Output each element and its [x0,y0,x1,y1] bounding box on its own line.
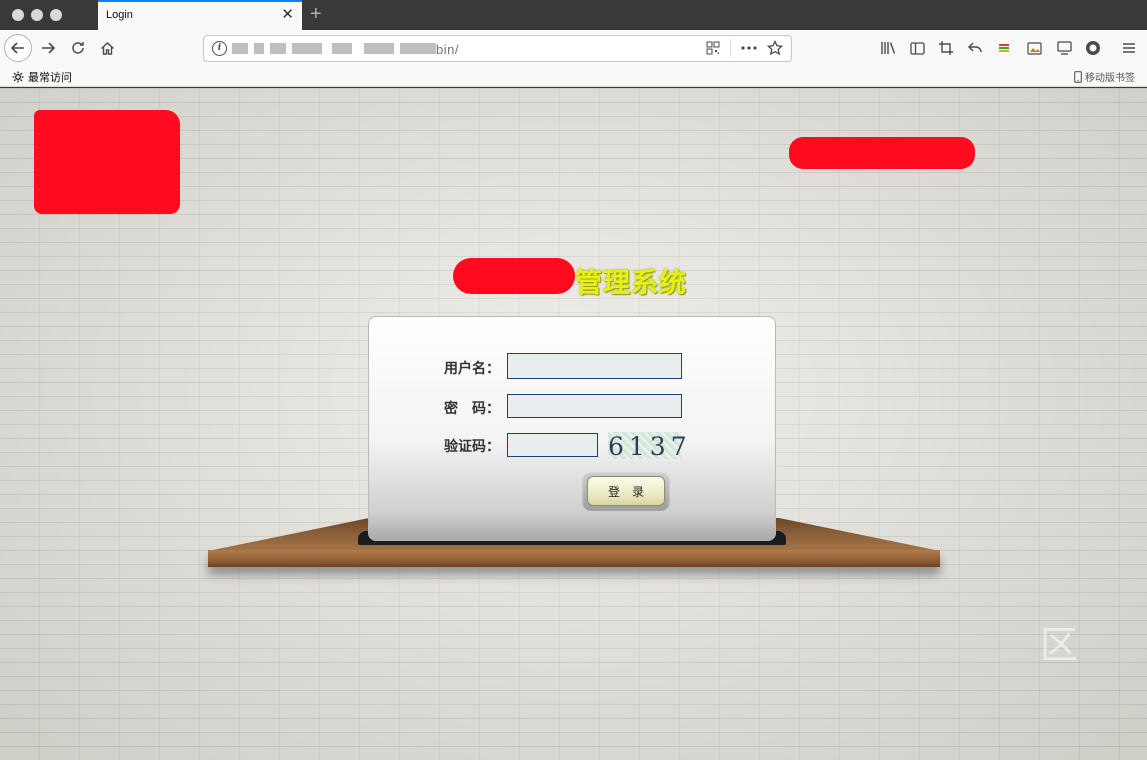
site-info-icon[interactable]: i [212,41,227,56]
reload-button[interactable] [64,34,92,62]
login-card [368,316,776,541]
watermark-text: 区 [1040,623,1079,667]
library-icon[interactable] [878,38,898,58]
url-text: bin/ [436,42,459,57]
home-button[interactable] [93,34,121,62]
back-arrow-icon [11,42,24,54]
qr-code-icon[interactable] [706,41,720,55]
url-redacted-part [364,43,394,54]
tab-close-icon[interactable]: ✕ [281,6,294,24]
extension-image-icon[interactable] [1024,38,1044,58]
url-redacted-part [292,43,322,54]
home-icon [100,41,114,55]
tab-title: Login [106,9,133,21]
url-redacted-part [254,43,264,54]
username-label: 用户名： [444,361,500,377]
login-button[interactable]: 登录 [587,476,665,506]
forward-arrow-icon [42,42,55,54]
redacted-system-name [453,258,575,294]
bookmarks-toolbar: 最常访问 移动版书签 [0,66,1147,87]
reload-icon [72,42,84,54]
undo-arrow-icon[interactable] [965,38,985,58]
close-window-icon[interactable] [12,9,24,21]
mobile-phone-icon [1074,70,1082,83]
nav-toolbar: i bin/ [0,30,1147,66]
gear-icon [12,71,24,83]
bookmark-star-icon[interactable] [767,40,783,56]
password-input[interactable] [507,394,682,418]
url-redacted-part [270,43,286,54]
url-bar[interactable]: i bin/ [203,35,792,62]
bookmark-mobile[interactable]: 移动版书签 [1074,69,1135,84]
redacted-header-text [789,137,975,169]
captcha-input[interactable] [507,433,598,457]
account-circle-icon[interactable] [1083,38,1103,58]
captcha-image[interactable]: 6137 [608,432,687,461]
zoom-window-icon[interactable] [50,9,62,21]
tab-login[interactable]: Login ✕ [98,0,302,31]
password-label: 密 码： [444,401,500,417]
page-actions-icon[interactable] [741,45,757,51]
minimize-window-icon[interactable] [31,9,43,21]
bookmark-most-visited-label: 最常访问 [28,72,72,84]
url-bar-actions [706,39,783,57]
login-button-frame: 登录 [582,471,670,511]
url-bar-divider [730,39,731,57]
title-bar: Login ✕ + [0,0,1147,31]
url-redacted-part [400,43,436,54]
url-redacted-part [332,43,352,54]
system-title: 管理系统 [575,268,687,299]
captcha-label: 验证码： [444,439,500,455]
new-tab-button[interactable]: + [310,3,322,25]
forward-button[interactable] [34,34,62,62]
screenshot-crop-icon[interactable] [936,38,956,58]
extension-colorful-icon[interactable] [994,38,1014,58]
username-input[interactable] [507,353,682,379]
url-redacted-part [232,43,248,54]
hamburger-menu-icon[interactable] [1119,38,1139,58]
reader-view-icon[interactable] [1054,38,1074,58]
shelf-front [208,550,940,567]
bookmark-mobile-label: 移动版书签 [1085,73,1135,84]
sidebar-icon[interactable] [907,38,927,58]
bookmark-most-visited[interactable]: 最常访问 [12,69,72,85]
redacted-logo [34,110,180,214]
back-button[interactable] [4,34,32,62]
